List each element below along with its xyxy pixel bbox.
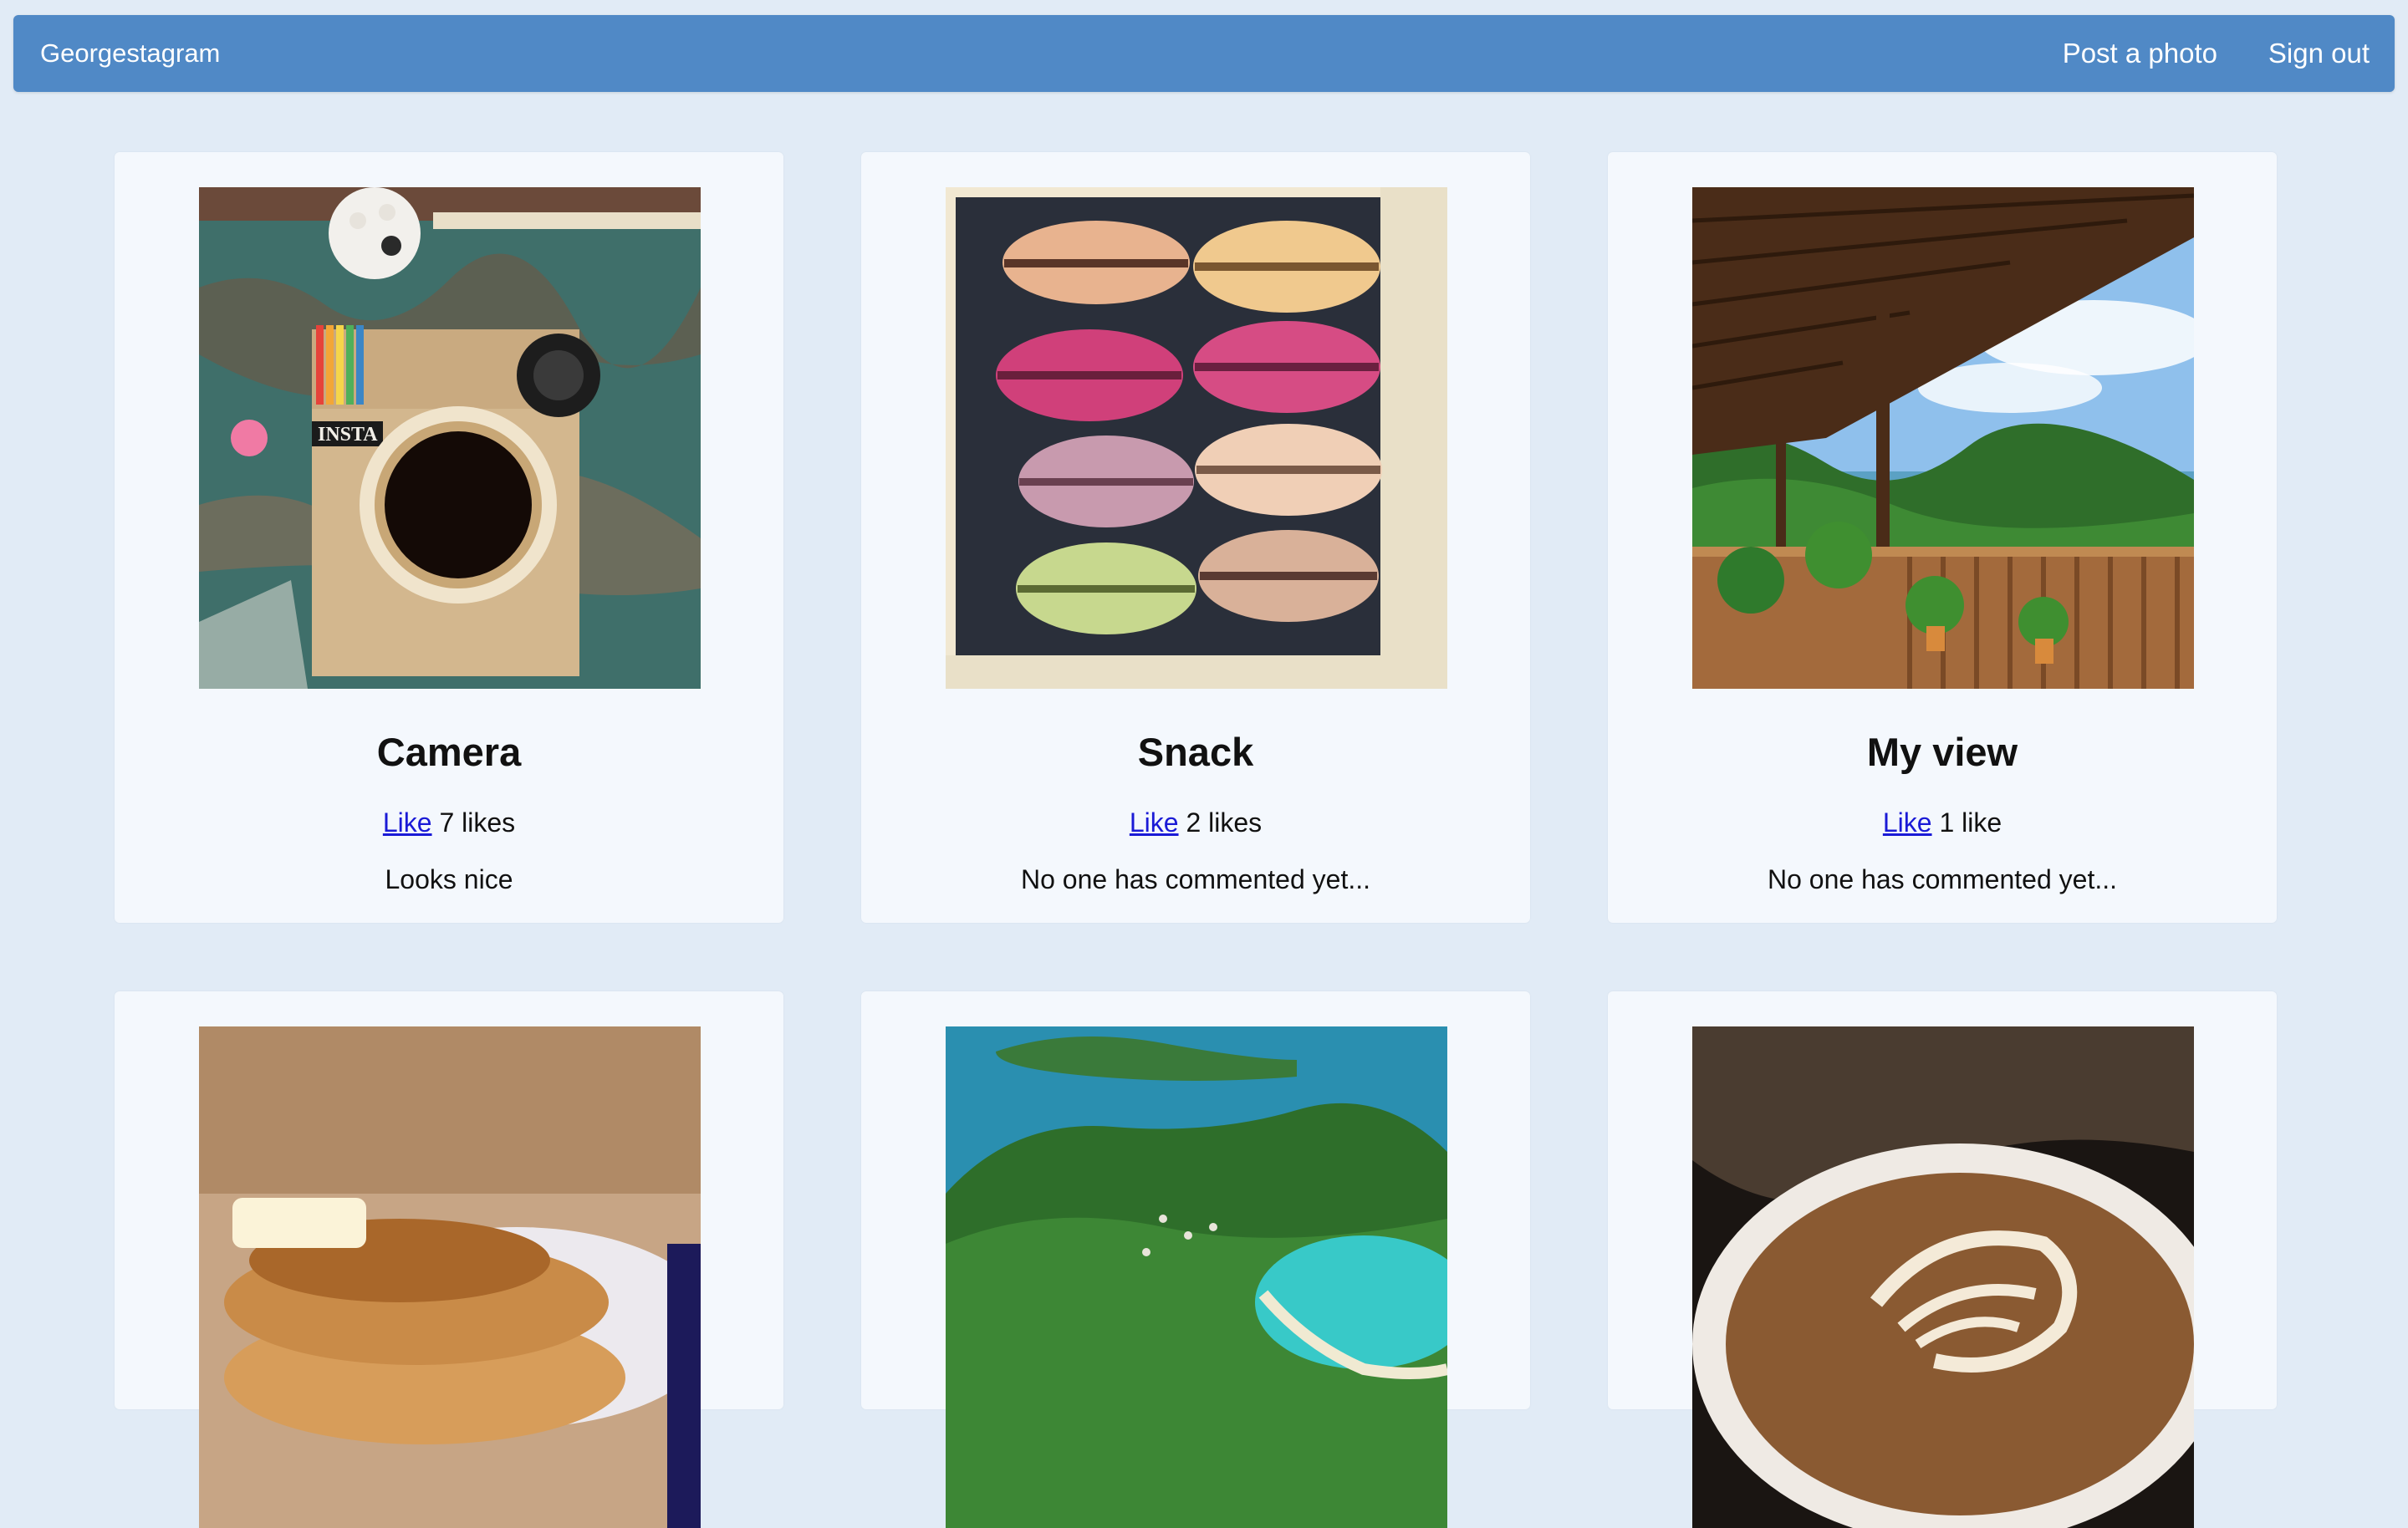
post-title: Camera bbox=[376, 730, 522, 774]
post-comment: No one has commented yet... bbox=[1768, 864, 2117, 894]
photo-card: INSTA Camera Like 7 likes Looks nice bbox=[115, 152, 783, 923]
macarons-box-photo bbox=[946, 187, 1447, 689]
likes-count: 1 like bbox=[1939, 807, 2002, 838]
post-photo-my-view[interactable] bbox=[1692, 187, 2194, 689]
post-photo-latte[interactable] bbox=[1692, 1026, 2194, 1528]
likes-count: 7 likes bbox=[439, 807, 516, 838]
brand-link[interactable]: Georgestagram bbox=[40, 15, 220, 92]
likes-row: Like 7 likes bbox=[115, 806, 783, 839]
instagram-camera-craft-photo: INSTA bbox=[199, 187, 701, 689]
likes-row: Like 1 like bbox=[1608, 806, 2277, 839]
post-photo-island[interactable] bbox=[946, 1026, 1447, 1528]
tropical-porch-view-photo bbox=[1692, 187, 2194, 689]
post-comment: No one has commented yet... bbox=[1021, 864, 1370, 894]
island-aerial-photo bbox=[946, 1026, 1447, 1528]
photo-card bbox=[861, 991, 1530, 1528]
svg-text:INSTA: INSTA bbox=[318, 424, 378, 446]
post-photo-snack[interactable] bbox=[946, 187, 1447, 689]
sign-out-link[interactable]: Sign out bbox=[2268, 15, 2370, 92]
post-photo-camera[interactable]: INSTA bbox=[199, 187, 701, 689]
like-link[interactable]: Like bbox=[383, 807, 432, 838]
top-navbar: Georgestagram Post a photo Sign out bbox=[13, 15, 2395, 92]
photo-card: Snack Like 2 likes No one has commented … bbox=[861, 152, 1530, 923]
post-photo-link[interactable]: Post a photo bbox=[2063, 15, 2217, 92]
pancakes-photo bbox=[199, 1026, 701, 1528]
photo-card: My view Like 1 like No one has commented… bbox=[1608, 152, 2277, 923]
post-title: My view bbox=[1866, 730, 2018, 774]
like-link[interactable]: Like bbox=[1130, 807, 1179, 838]
likes-count: 2 likes bbox=[1186, 807, 1263, 838]
photo-card bbox=[115, 991, 783, 1528]
post-photo-pancakes[interactable] bbox=[199, 1026, 701, 1528]
post-comment: Looks nice bbox=[385, 864, 513, 894]
post-title: Snack bbox=[1137, 730, 1254, 774]
likes-row: Like 2 likes bbox=[861, 806, 1530, 839]
photo-card bbox=[1608, 991, 2277, 1528]
like-link[interactable]: Like bbox=[1883, 807, 1932, 838]
latte-art-photo bbox=[1692, 1026, 2194, 1528]
